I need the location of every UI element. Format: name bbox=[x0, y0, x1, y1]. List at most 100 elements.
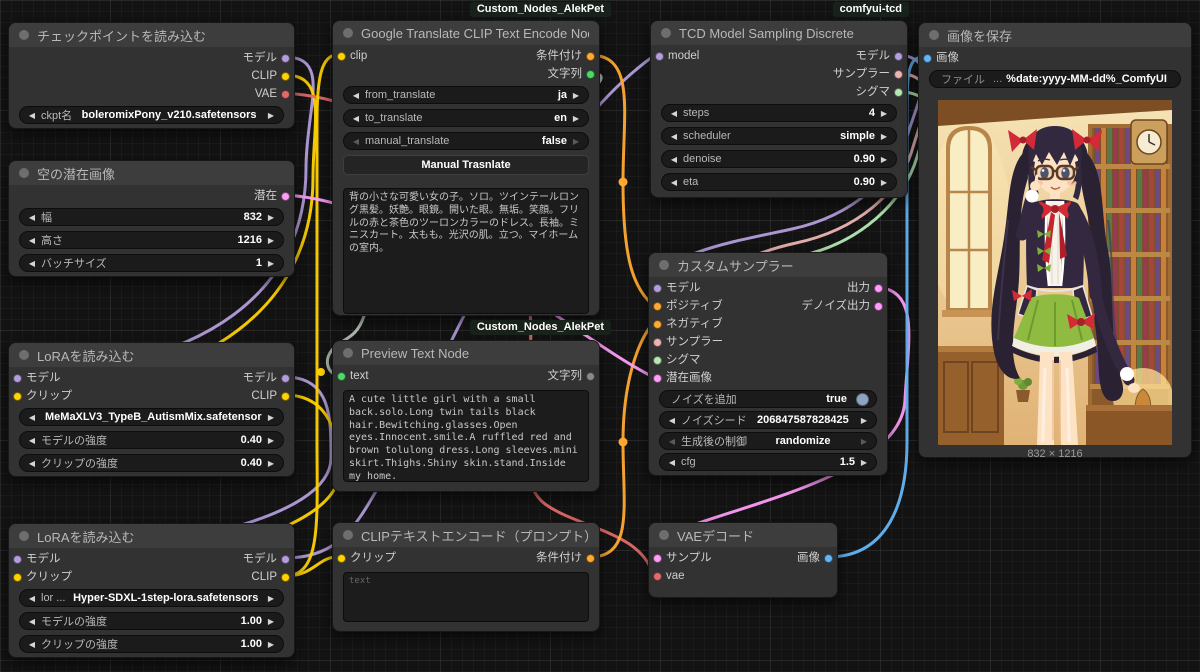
prev-arrow-icon[interactable]: ◀ bbox=[27, 236, 37, 245]
prev-arrow-icon[interactable]: ◀ bbox=[667, 416, 677, 425]
next-arrow-icon[interactable]: ▶ bbox=[266, 259, 276, 268]
sampler-output-port[interactable] bbox=[894, 70, 903, 79]
control-after-generate-widget[interactable]: ◀生成後の制御randomize▶ bbox=[659, 432, 877, 450]
collapse-dot-icon[interactable] bbox=[659, 260, 669, 270]
collapse-dot-icon[interactable] bbox=[19, 350, 29, 360]
image-input-port[interactable] bbox=[923, 54, 932, 63]
prev-arrow-icon[interactable]: ◀ bbox=[669, 155, 679, 164]
prev-arrow-icon[interactable]: ◀ bbox=[27, 617, 37, 626]
denoised-output-port[interactable] bbox=[874, 302, 883, 311]
toggle-circle-icon[interactable] bbox=[856, 393, 869, 406]
negative-input-port[interactable] bbox=[653, 320, 662, 329]
next-arrow-icon[interactable]: ▶ bbox=[879, 155, 889, 164]
model-strength-widget[interactable]: ◀モデルの強度1.00▶ bbox=[19, 612, 284, 630]
positive-input-port[interactable] bbox=[653, 302, 662, 311]
sigmas-input-port[interactable] bbox=[653, 356, 662, 365]
collapse-dot-icon[interactable] bbox=[343, 530, 353, 540]
clip-output-port[interactable] bbox=[281, 392, 290, 401]
next-arrow-icon[interactable]: ▶ bbox=[266, 459, 276, 468]
scheduler-widget[interactable]: ◀schedulersimple▶ bbox=[661, 127, 897, 145]
prev-arrow-icon[interactable]: ◀ bbox=[27, 413, 37, 422]
prev-arrow-icon[interactable]: ◀ bbox=[669, 109, 679, 118]
conditioning-output-port[interactable] bbox=[586, 554, 595, 563]
negative-prompt-textarea[interactable]: text bbox=[343, 572, 589, 622]
prev-arrow-icon[interactable]: ◀ bbox=[27, 459, 37, 468]
model-output-port[interactable] bbox=[281, 374, 290, 383]
width-widget[interactable]: ◀幅832▶ bbox=[19, 208, 284, 226]
next-arrow-icon[interactable]: ▶ bbox=[266, 436, 276, 445]
prompt-textarea-japanese[interactable]: 背の小さな可愛い女の子。ソロ。ツインテールロング黒髪。妖艶。眼鏡。開いた眼。無垢… bbox=[343, 188, 589, 314]
next-arrow-icon[interactable]: ▶ bbox=[879, 109, 889, 118]
prev-arrow-icon[interactable]: ◀ bbox=[667, 458, 677, 467]
next-arrow-icon[interactable]: ▶ bbox=[266, 617, 276, 626]
prev-arrow-icon[interactable]: ◀ bbox=[351, 137, 361, 146]
next-arrow-icon[interactable]: ▶ bbox=[879, 178, 889, 187]
prev-arrow-icon[interactable]: ◀ bbox=[669, 132, 679, 141]
add-noise-toggle[interactable]: ノイズを追加true bbox=[659, 390, 877, 408]
collapse-dot-icon[interactable] bbox=[19, 168, 29, 178]
collapse-dot-icon[interactable] bbox=[659, 530, 669, 540]
model-strength-widget[interactable]: ◀モデルの強度0.40▶ bbox=[19, 431, 284, 449]
next-arrow-icon[interactable]: ▶ bbox=[859, 437, 869, 446]
node-titlebar[interactable]: LoRAを読み込む bbox=[9, 524, 294, 548]
manual-translate-widget[interactable]: ◀manual_translatefalse▶ bbox=[343, 132, 589, 150]
node-titlebar[interactable]: チェックポイントを読み込む bbox=[9, 23, 294, 47]
collapse-dot-icon[interactable] bbox=[343, 348, 353, 358]
node-save-image[interactable]: 画像を保存 画像 ファイル...%date:yyyy-MM-dd%_ComfyU… bbox=[918, 22, 1192, 458]
clip-input-port[interactable] bbox=[337, 52, 346, 61]
filename-prefix-widget[interactable]: ファイル...%date:yyyy-MM-dd%_ComfyUI bbox=[929, 70, 1181, 88]
next-arrow-icon[interactable]: ▶ bbox=[266, 594, 276, 603]
node-load-checkpoint[interactable]: チェックポイントを読み込む モデル CLIP VAE ◀ckpt名bolerom… bbox=[8, 22, 295, 129]
denoise-widget[interactable]: ◀denoise0.90▶ bbox=[661, 150, 897, 168]
prev-arrow-icon[interactable]: ◀ bbox=[27, 436, 37, 445]
string-output-port[interactable] bbox=[586, 70, 595, 79]
prev-arrow-icon[interactable]: ◀ bbox=[669, 178, 679, 187]
vae-input-port[interactable] bbox=[653, 572, 662, 581]
model-input-port[interactable] bbox=[655, 52, 664, 61]
clip-input-port[interactable] bbox=[13, 392, 22, 401]
clip-strength-widget[interactable]: ◀クリップの強度1.00▶ bbox=[19, 635, 284, 653]
collapse-dot-icon[interactable] bbox=[343, 28, 353, 38]
sigmas-output-port[interactable] bbox=[894, 88, 903, 97]
clip-input-port[interactable] bbox=[13, 573, 22, 582]
next-arrow-icon[interactable]: ▶ bbox=[266, 640, 276, 649]
model-output-port[interactable] bbox=[281, 555, 290, 564]
lora-name-widget[interactable]: ◀lor ...Hyper-SDXL-1step-lora.safetensor… bbox=[19, 589, 284, 607]
node-preview-text[interactable]: Preview Text Node text文字列 A cute little … bbox=[332, 340, 600, 492]
comfyui-graph-canvas[interactable]: Custom_Nodes_AlekPet Custom_Nodes_AlekPe… bbox=[0, 0, 1200, 672]
model-output-port[interactable] bbox=[894, 52, 903, 61]
node-vae-decode[interactable]: VAEデコード サンプル画像 vae bbox=[648, 522, 838, 598]
manual-translate-button[interactable]: Manual Trasnlate bbox=[343, 155, 589, 175]
node-empty-latent-image[interactable]: 空の潜在画像 潜在 ◀幅832▶ ◀高さ1216▶ ◀バッチサイズ1▶ bbox=[8, 160, 295, 277]
clip-input-port[interactable] bbox=[337, 554, 346, 563]
next-arrow-icon[interactable]: ▶ bbox=[879, 132, 889, 141]
node-titlebar[interactable]: 画像を保存 bbox=[919, 23, 1191, 47]
clip-strength-widget[interactable]: ◀クリップの強度0.40▶ bbox=[19, 454, 284, 472]
prev-arrow-icon[interactable]: ◀ bbox=[667, 437, 677, 446]
height-widget[interactable]: ◀高さ1216▶ bbox=[19, 231, 284, 249]
prev-arrow-icon[interactable]: ◀ bbox=[27, 594, 37, 603]
link-midpoint-dot[interactable] bbox=[619, 438, 628, 447]
next-arrow-icon[interactable]: ▶ bbox=[266, 111, 276, 120]
model-input-port[interactable] bbox=[653, 284, 662, 293]
next-arrow-icon[interactable]: ▶ bbox=[266, 413, 276, 422]
from-translate-widget[interactable]: ◀from_translateja▶ bbox=[343, 86, 589, 104]
sampler-input-port[interactable] bbox=[653, 338, 662, 347]
clip-output-port[interactable] bbox=[281, 72, 290, 81]
prev-arrow-icon[interactable]: ◀ bbox=[351, 114, 361, 123]
node-titlebar[interactable]: CLIPテキストエンコード（プロンプト） bbox=[333, 523, 599, 547]
latent-input-port[interactable] bbox=[653, 374, 662, 383]
ckpt-name-widget[interactable]: ◀ckpt名boleromixPony_v210.safetensors▶ bbox=[19, 106, 284, 124]
model-input-port[interactable] bbox=[13, 374, 22, 383]
link-midpoint-dot[interactable] bbox=[619, 178, 628, 187]
node-google-translate-clip-encode[interactable]: Google Translate CLIP Text Encode Node c… bbox=[332, 20, 600, 316]
noise-seed-widget[interactable]: ◀ノイズシード206847587828425▶ bbox=[659, 411, 877, 429]
collapse-dot-icon[interactable] bbox=[661, 28, 671, 38]
prev-arrow-icon[interactable]: ◀ bbox=[27, 259, 37, 268]
output-latent-port[interactable] bbox=[874, 284, 883, 293]
node-titlebar[interactable]: 空の潜在画像 bbox=[9, 161, 294, 185]
string-output-port[interactable] bbox=[586, 372, 595, 381]
node-titlebar[interactable]: LoRAを読み込む bbox=[9, 343, 294, 367]
collapse-dot-icon[interactable] bbox=[19, 30, 29, 40]
batch-size-widget[interactable]: ◀バッチサイズ1▶ bbox=[19, 254, 284, 272]
